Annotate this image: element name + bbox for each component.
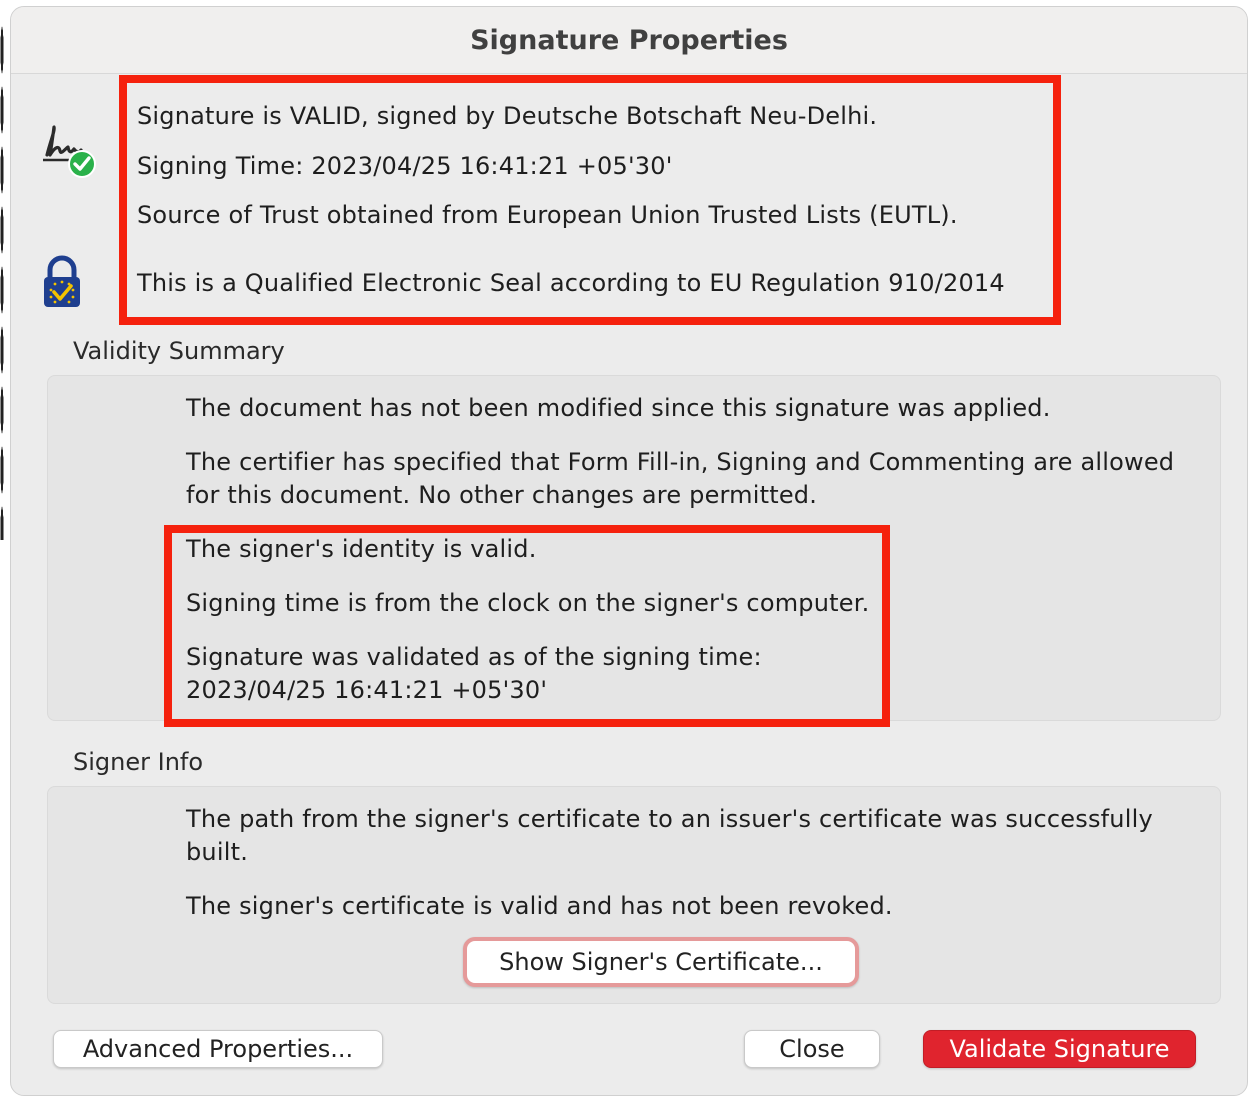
signer-info-label: Signer Info <box>73 748 204 776</box>
validity-certifier-permissions: The certifier has specified that Form Fi… <box>186 448 1175 509</box>
validate-signature-button[interactable]: Validate Signature <box>923 1030 1196 1068</box>
left-edge-dots <box>0 20 4 540</box>
signer-cert-valid: The signer's certificate is valid and ha… <box>186 892 893 920</box>
dialog-title: Signature Properties <box>470 24 788 56</box>
signer-path-built: The path from the signer's certificate t… <box>186 805 1153 866</box>
validity-not-modified: The document has not been modified since… <box>186 394 1051 422</box>
signature-valid-icon <box>41 119 101 181</box>
validity-summary-label: Validity Summary <box>73 337 285 365</box>
status-highlight-box <box>119 75 1061 325</box>
signature-properties-dialog: Signature Properties Signature is VALID,… <box>10 6 1248 1096</box>
show-signers-certificate-button[interactable]: Show Signer's Certificate... <box>463 937 859 987</box>
validity-highlight-box <box>164 525 890 727</box>
close-button[interactable]: Close <box>744 1030 880 1068</box>
advanced-properties-button[interactable]: Advanced Properties... <box>53 1030 383 1068</box>
title-bar[interactable]: Signature Properties <box>11 7 1247 74</box>
eu-qualified-seal-lock-icon <box>41 255 83 311</box>
